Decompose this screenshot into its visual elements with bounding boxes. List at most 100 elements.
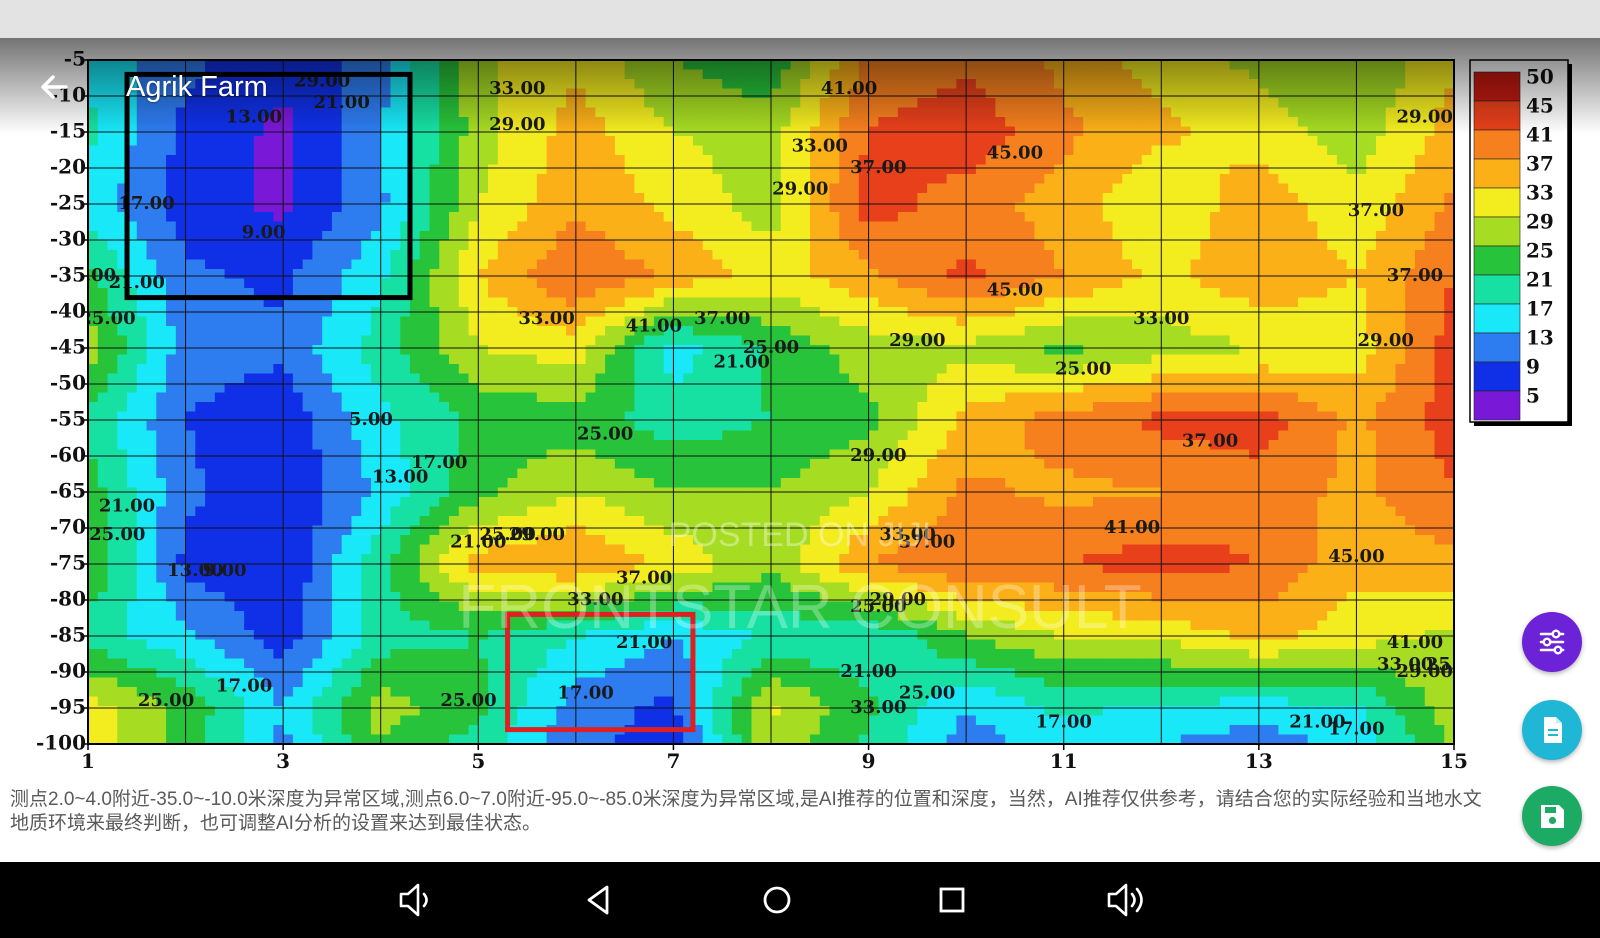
heat-cell [1346,88,1358,99]
heat-cell [595,221,606,232]
heat-cell [214,155,226,166]
heat-cell [497,269,509,280]
heat-cell [390,345,401,356]
heat-cell [1317,164,1328,175]
heat-cell [810,117,821,128]
heat-cell [1210,316,1221,327]
heat-cell [1112,183,1123,194]
heat-cell [1219,221,1231,232]
heat-cell [1132,373,1143,384]
heat-cell [1034,316,1045,327]
heat-cell [605,373,616,384]
heat-cell [1102,240,1114,251]
heat-cell [1268,240,1280,251]
heat-cell [97,174,109,185]
heat-cell [1044,183,1055,194]
heat-cell [595,373,606,384]
heat-cell [331,316,343,327]
heat-cell [1161,98,1172,109]
heat-cell [644,240,655,251]
heat-cell [185,155,197,166]
heat-cell [1102,383,1114,394]
heat-cell [429,117,440,128]
heat-cell [1200,193,1211,204]
heat-cell [1307,288,1319,299]
heat-cell [712,335,723,346]
heat-cell [1405,212,1416,223]
heat-cell [1190,383,1202,394]
heat-cell [702,88,714,99]
heat-cell [849,373,860,384]
heat-cell [585,316,597,327]
heat-cell [966,335,977,346]
heat-cell [927,259,938,270]
heat-cell [1112,345,1123,356]
heat-cell [224,392,236,403]
heat-cell [1024,383,1036,394]
heat-cell [907,354,919,365]
heat-cell [624,364,636,375]
heat-cell [780,288,792,299]
heat-cell [702,164,714,175]
heat-cell [468,354,479,365]
heat-cell [527,383,538,394]
heat-cell [1014,60,1026,71]
heat-cell [1053,240,1065,251]
heat-cell [419,240,431,251]
heat-cell [1249,155,1260,166]
heat-cell [546,345,558,356]
heat-cell [1307,174,1319,185]
heat-cell [1122,221,1133,232]
heat-cell [1366,250,1377,261]
heat-cell [1249,164,1260,175]
heat-cell [292,269,304,280]
heat-cell [1268,354,1280,365]
heat-cell [595,240,606,251]
heat-cell [907,60,919,71]
heat-cell [1190,183,1202,194]
heat-cell [1132,98,1143,109]
heat-cell [761,316,772,327]
heat-cell [1278,297,1289,308]
heat-cell [1395,364,1406,375]
heat-cell [517,392,528,403]
heat-cell [585,383,597,394]
heat-cell [1336,345,1348,356]
heat-cell [995,345,1006,356]
heat-cell [731,69,743,80]
heat-cell [283,259,294,270]
heat-cell [205,221,216,232]
heat-cell [1112,259,1123,270]
heat-cell [614,364,626,375]
heat-cell [361,136,372,147]
heat-cell [146,240,157,251]
heat-cell [907,221,919,232]
heat-cell [975,326,987,337]
heat-cell [810,335,821,346]
heat-cell [497,193,509,204]
heat-cell [1366,60,1377,71]
heat-cell [439,354,450,365]
heat-cell [966,240,977,251]
heat-cell [897,193,909,204]
heat-cell [653,269,665,280]
heat-cell [341,392,353,403]
heat-cell [1112,155,1123,166]
heat-cell [975,373,987,384]
heat-cell [1132,145,1143,156]
heat-cell [400,316,411,327]
heat-cell [136,155,148,166]
heat-cell [1044,278,1055,289]
heat-cell [761,288,772,299]
heat-cell [1346,69,1358,80]
heat-cell [224,383,236,394]
heat-cell [790,250,801,261]
heat-cell [253,269,265,280]
heat-cell [966,326,977,337]
heat-cell [956,107,967,118]
heat-cell [507,250,519,261]
heat-cell [692,345,704,356]
heat-cell [1190,278,1202,289]
heat-cell [546,269,558,280]
heat-cell [1268,145,1280,156]
